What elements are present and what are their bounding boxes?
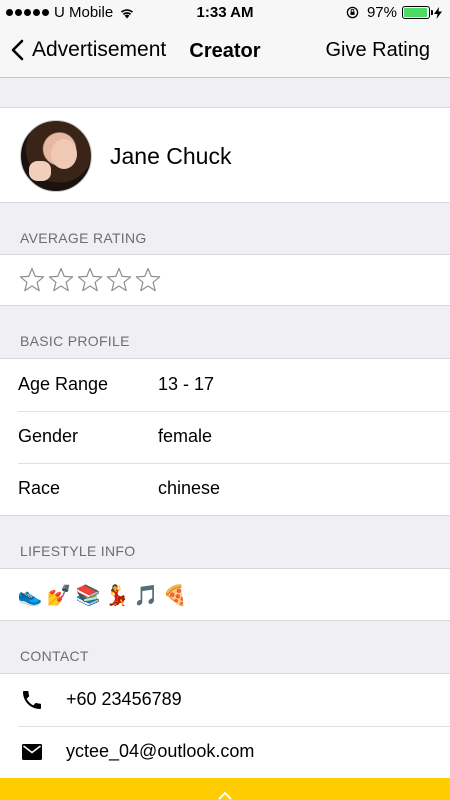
gender-label: Gender [18,426,79,446]
section-header-contact: CONTACT [0,621,450,673]
lifestyle-row: 👟 💅 📚 💃 🎵 🍕 [0,568,450,621]
email-address: yctee_04@outlook.com [66,741,255,761]
profile-row[interactable]: Jane Chuck [0,107,450,203]
race-label: Race [18,478,61,498]
sneaker-icon: 👟 [17,584,43,607]
contact-group: +60 23456789 yctee_04@outlook.com [0,673,450,779]
list-item-email[interactable]: yctee_04@outlook.com [0,726,450,778]
status-right: 97% [346,4,442,21]
list-item-age-range: Age Range 13 - 17 [0,359,450,411]
books-icon: 📚 [75,584,101,607]
race-value: chinese [158,478,221,498]
back-button-label: Advertisement [32,38,167,61]
lifestyle-icons: 👟 💅 📚 💃 🎵 🍕 [17,583,188,607]
battery-icon [402,6,433,19]
avatar [20,120,92,192]
give-rating-button[interactable]: Give Rating [326,39,431,62]
page-title: Creator [189,40,261,62]
list-item-phone[interactable]: +60 23456789 [0,674,450,726]
star-icon[interactable] [135,267,161,293]
section-header-basic-profile: BASIC PROFILE [0,306,450,358]
star-icon[interactable] [19,267,45,293]
star-icon[interactable] [48,267,74,293]
phone-number: +60 23456789 [66,689,182,709]
navigation-bar: Advertisement Creator Give Rating [0,26,450,78]
pizza-icon: 🍕 [162,584,188,607]
section-header-label: BASIC PROFILE [20,333,130,349]
basic-profile-group: Age Range 13 - 17 Gender female Race chi… [0,358,450,516]
chevron-up-icon [218,792,232,800]
mail-icon [22,744,42,760]
charging-bolt-icon [434,6,442,19]
list-item-gender: Gender female [0,411,450,463]
battery-fill [404,8,428,17]
star-rating[interactable] [19,267,161,293]
dancer-icon: 💃 [104,584,130,607]
bottom-action-bar[interactable] [0,778,450,800]
section-header-label: LIFESTYLE INFO [20,543,136,559]
profile-name: Jane Chuck [110,143,232,169]
music-notes-icon: 🎵 [133,584,159,607]
nail-polish-icon: 💅 [46,584,72,607]
section-header-lifestyle-info: LIFESTYLE INFO [0,516,450,568]
section-header-average-rating: AVERAGE RATING [0,203,450,255]
section-header-label: CONTACT [20,648,89,664]
age-range-value: 13 - 17 [158,374,215,394]
status-bar: U Mobile 1:33 AM 97% [0,0,450,26]
chevron-left-icon [11,39,24,61]
star-icon[interactable] [77,267,103,293]
age-range-label: Age Range [18,374,109,394]
gender-value: female [158,426,213,446]
back-button[interactable]: Advertisement [10,38,166,62]
rating-row [0,254,450,306]
list-item-race: Race chinese [0,463,450,515]
star-icon[interactable] [106,267,132,293]
rotation-lock-icon [346,6,359,19]
battery-percent: 97% [366,4,397,21]
section-header-label: AVERAGE RATING [20,230,147,246]
phone-icon [23,691,41,709]
